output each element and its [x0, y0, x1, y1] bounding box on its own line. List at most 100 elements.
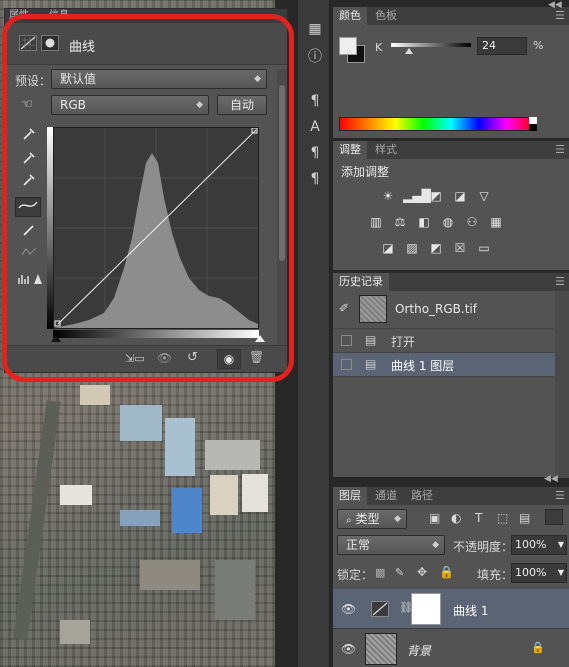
history-source-checkbox[interactable]	[341, 335, 352, 346]
building	[242, 474, 268, 512]
filter-type-icon[interactable]: T	[475, 511, 482, 525]
black-white-icon[interactable]: ◧	[415, 214, 433, 230]
lock-image-brush-icon[interactable]: ✎	[395, 566, 404, 579]
character-style-icon[interactable]: ¶	[304, 168, 326, 190]
character-icon[interactable]: A	[304, 116, 326, 138]
building	[172, 488, 202, 533]
fill-value: 100%	[515, 566, 547, 579]
k-slider-track[interactable]	[391, 43, 471, 47]
collapse-panels-icon[interactable]: ◀◀	[548, 0, 562, 10]
chevron-down-icon[interactable]: ▼	[558, 536, 564, 554]
color-lookup-icon[interactable]: ▦	[487, 214, 505, 230]
collapse-panels-icon[interactable]: ◀◀	[544, 474, 558, 484]
opacity-label: 不透明度：	[453, 540, 514, 554]
chevron-down-icon[interactable]: ▼	[558, 564, 564, 582]
search-icon: ⌕	[346, 515, 352, 526]
lock-transparent-icon[interactable]: ▩	[375, 566, 385, 579]
tab-channels[interactable]: 通道	[369, 487, 403, 505]
panel-menu-icon[interactable]: ☰	[555, 275, 565, 288]
foreground-color-swatch[interactable]	[339, 37, 357, 55]
snapshot-name: Ortho_RGB.tif	[395, 302, 477, 316]
dropdown-arrows-icon: ◆	[394, 514, 401, 524]
panel-menu-icon[interactable]: ☰	[555, 489, 565, 502]
blend-mode-dropdown[interactable]: 正常 ◆	[337, 535, 445, 555]
opacity-field[interactable]: 100% ▼	[511, 535, 567, 555]
eye-visibility-icon[interactable]: 👁	[341, 602, 356, 616]
building	[215, 560, 255, 620]
paragraph-icon[interactable]: ¶	[304, 90, 326, 112]
layer-row-curves[interactable]: 👁 ⛓ 曲线 1	[333, 589, 569, 629]
history-snapshot-row[interactable]: ✐ Ortho_RGB.tif	[333, 291, 555, 329]
layer-row-background[interactable]: 👁 背景 🔒	[333, 629, 569, 667]
gradient-map-icon[interactable]: ▭	[475, 240, 493, 256]
k-value-field[interactable]: 24	[477, 37, 527, 55]
eye-visibility-icon[interactable]: 👁	[341, 642, 356, 656]
building	[205, 440, 260, 470]
layer-filter-value: 类型	[355, 512, 380, 526]
posterize-icon[interactable]: ▨	[403, 240, 421, 256]
channel-letter: K	[375, 41, 383, 54]
filter-toggle-switch[interactable]	[545, 509, 563, 525]
brightness-contrast-icon[interactable]: ☀	[379, 188, 397, 204]
color-tabbar: 颜色 色板 ☰	[333, 7, 569, 25]
blend-mode-value: 正常	[346, 538, 371, 552]
document-icon: ▤	[365, 357, 377, 371]
panel-menu-icon[interactable]: ☰	[555, 9, 565, 22]
tab-layers[interactable]: 图层	[333, 487, 367, 505]
selective-color-icon[interactable]: ☒	[451, 240, 469, 256]
color-balance-icon[interactable]: ⚖	[391, 214, 409, 230]
color-spectrum-ramp[interactable]	[339, 117, 535, 131]
tab-paths[interactable]: 路径	[405, 487, 439, 505]
channel-mixer-icon[interactable]: ⚇	[463, 214, 481, 230]
info-icon[interactable]: ⓘ	[304, 46, 326, 68]
history-item-label: 打开	[391, 335, 416, 349]
threshold-icon[interactable]: ◩	[427, 240, 445, 256]
levels-icon[interactable]: ▂▄█	[403, 188, 431, 204]
panel-menu-icon[interactable]: ☰	[555, 143, 565, 156]
history-source-checkbox[interactable]	[341, 359, 352, 370]
filter-adjustment-icon[interactable]: ◐	[451, 511, 461, 525]
history-item-selected[interactable]: ▤ 曲线 1 图层	[333, 353, 555, 377]
hue-saturation-icon[interactable]: ▥	[367, 214, 385, 230]
tab-color[interactable]: 颜色	[333, 7, 367, 25]
invert-icon[interactable]: ◪	[379, 240, 397, 256]
percent-unit: %	[533, 39, 544, 52]
filter-pixel-icon[interactable]: ▣	[429, 511, 440, 525]
curves-layer-icon	[371, 601, 389, 617]
fill-label: 填充：	[477, 568, 514, 582]
tab-adjustments[interactable]: 调整	[333, 141, 367, 159]
layer-comps-icon[interactable]: ▦	[304, 18, 326, 40]
history-item[interactable]: ▤ 打开	[333, 329, 555, 353]
filter-smart-object-icon[interactable]: ▤	[519, 511, 530, 525]
add-adjustment-title: 添加调整	[341, 165, 390, 179]
lock-all-icon[interactable]: 🔒	[439, 565, 454, 579]
layer-filter-dropdown[interactable]: ⌕ 类型 ◆	[337, 509, 407, 529]
building	[60, 620, 90, 644]
exposure-icon[interactable]: ◪	[451, 188, 469, 204]
history-tabbar: 历史记录 ☰	[333, 273, 569, 291]
history-scrollbar[interactable]	[555, 291, 569, 478]
black-white-ramp[interactable]	[529, 117, 537, 131]
tab-history[interactable]: 历史记录	[333, 273, 389, 291]
tab-styles[interactable]: 样式	[369, 141, 403, 159]
k-slider-handle[interactable]	[405, 48, 413, 54]
lock-label: 锁定：	[337, 568, 374, 582]
canal	[13, 400, 61, 640]
layer-thumbnail	[365, 633, 397, 665]
paragraph-style-icon[interactable]: ¶	[304, 142, 326, 164]
fill-field[interactable]: 100% ▼	[511, 563, 567, 583]
layers-tabbar: 图层 通道 路径 ☰	[333, 487, 569, 505]
lock-position-move-icon[interactable]: ✥	[417, 565, 427, 579]
layer-mask-thumbnail[interactable]	[411, 593, 441, 625]
layer-name: 背景	[407, 644, 432, 658]
layers-panel: 图层 通道 路径 ☰ ⌕ 类型 ◆ ▣ ◐ T ⬚ ▤ 正常 ◆ 不透明度： 1…	[333, 486, 569, 667]
filter-shape-icon[interactable]: ⬚	[497, 511, 508, 525]
curves-icon[interactable]: ◩	[427, 188, 445, 204]
dropdown-arrows-icon: ◆	[432, 540, 439, 550]
history-brush-icon[interactable]: ✐	[339, 301, 349, 315]
tab-swatches[interactable]: 色板	[369, 7, 403, 25]
vibrance-icon[interactable]: ▽	[475, 188, 493, 204]
building	[120, 510, 160, 526]
layer-name: 曲线 1	[453, 604, 489, 618]
photo-filter-icon[interactable]: ◍	[439, 214, 457, 230]
